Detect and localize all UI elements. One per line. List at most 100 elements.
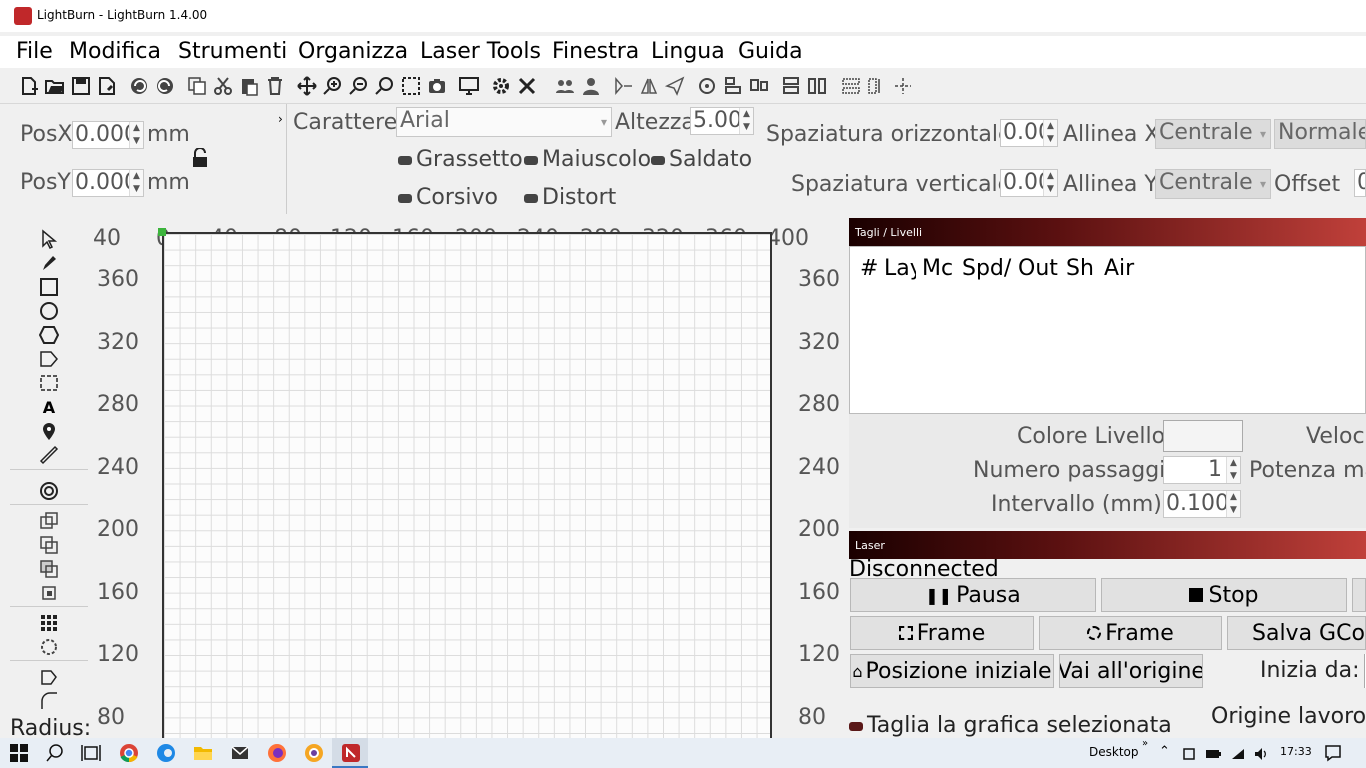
volume-icon[interactable] xyxy=(1254,746,1270,760)
crosshair-icon[interactable] xyxy=(892,74,914,98)
align-icon[interactable] xyxy=(722,74,744,98)
wifi-icon[interactable] xyxy=(1230,746,1246,760)
menu-organizza[interactable]: Organizza xyxy=(298,39,408,64)
lightburn-taskbar-icon[interactable] xyxy=(341,743,361,763)
mail-icon[interactable] xyxy=(230,743,250,763)
intersect-icon[interactable] xyxy=(37,582,61,604)
new-file-icon[interactable] xyxy=(18,74,40,98)
offset-field[interactable]: 0 xyxy=(1354,169,1366,197)
col-speed[interactable]: Spd/ xyxy=(962,256,1012,281)
font-select[interactable]: Arial ▾ xyxy=(396,107,612,137)
position-marker-icon[interactable] xyxy=(37,420,61,442)
chrome-icon[interactable] xyxy=(119,743,139,763)
italic-checkbox[interactable]: Corsivo xyxy=(398,185,498,210)
tools-icon[interactable] xyxy=(516,74,538,98)
col-output[interactable]: Out xyxy=(1018,256,1060,281)
zoom-in-icon[interactable] xyxy=(322,74,344,98)
col-show[interactable]: Sh xyxy=(1066,256,1098,281)
expand-arrow-icon[interactable]: › xyxy=(278,112,283,126)
measure-tool-icon[interactable] xyxy=(37,444,61,466)
app-icon[interactable] xyxy=(304,743,324,763)
start-button[interactable] xyxy=(1352,578,1366,612)
stop-button[interactable]: Stop xyxy=(1101,578,1347,612)
tray-expand-icon[interactable]: ⌃ xyxy=(1159,744,1170,759)
open-folder-icon[interactable] xyxy=(44,74,66,98)
ellipse-tool-icon[interactable] xyxy=(37,300,61,322)
frame-circle-button[interactable]: Frame xyxy=(1039,616,1222,650)
device-icon[interactable] xyxy=(1182,746,1196,760)
corner-radius-icon[interactable] xyxy=(37,690,61,712)
edge-icon[interactable] xyxy=(156,743,176,763)
passes-field[interactable]: 1 ▲ ▼ xyxy=(1163,456,1241,484)
edit-nodes-icon[interactable] xyxy=(37,348,61,370)
goto-origin-button[interactable]: Vai all'origine xyxy=(1059,654,1203,688)
height-field[interactable]: 5.00 ▲ ▼ xyxy=(690,107,754,135)
posy-field[interactable]: 0.000 ▲ ▼ xyxy=(72,169,144,197)
monitor-icon[interactable] xyxy=(458,74,480,98)
zoom-fit-icon[interactable] xyxy=(374,74,396,98)
layer-color-swatch[interactable] xyxy=(1163,420,1243,452)
path-tool-icon[interactable] xyxy=(37,666,61,688)
array-icon[interactable] xyxy=(866,74,888,98)
move-icon[interactable] xyxy=(296,74,318,98)
alignx-select[interactable]: Centrale ▾ xyxy=(1155,119,1271,149)
save-as-icon[interactable] xyxy=(96,74,118,98)
col-mode[interactable]: Mc xyxy=(922,256,956,281)
save-gcode-button[interactable]: Salva GCod xyxy=(1227,616,1366,650)
uppercase-checkbox[interactable]: Maiuscolo xyxy=(524,147,651,172)
file-explorer-icon[interactable] xyxy=(193,743,213,763)
polygon-tool-icon[interactable] xyxy=(37,324,61,346)
menu-strumenti[interactable]: Strumenti xyxy=(178,39,287,64)
welded-checkbox[interactable]: Saldato xyxy=(651,147,752,172)
grid-icon[interactable] xyxy=(840,74,862,98)
send-icon[interactable] xyxy=(664,74,686,98)
lock-icon[interactable] xyxy=(192,147,208,168)
search-icon[interactable] xyxy=(45,743,65,763)
select-tool-icon[interactable] xyxy=(37,228,61,250)
vspace-field[interactable]: 0.00 ▲ ▼ xyxy=(1000,169,1058,197)
circular-array-icon[interactable] xyxy=(37,636,61,658)
aligny-select[interactable]: Centrale ▾ xyxy=(1155,169,1271,199)
distort-checkbox[interactable]: Distort xyxy=(524,185,616,210)
col-layer[interactable]: Lay xyxy=(884,256,916,281)
pen-tool-icon[interactable] xyxy=(37,252,61,274)
interval-field[interactable]: 0.100 ▲ ▼ xyxy=(1163,490,1241,518)
camera-icon[interactable] xyxy=(426,74,448,98)
normal-select[interactable]: Normale xyxy=(1274,119,1366,149)
copy-icon[interactable] xyxy=(186,74,208,98)
bold-checkbox[interactable]: Grassetto xyxy=(398,147,523,172)
task-view-icon[interactable] xyxy=(81,743,101,763)
clock[interactable]: 17:33 xyxy=(1280,745,1312,758)
zoom-selection-icon[interactable] xyxy=(400,74,422,98)
firefox-icon[interactable] xyxy=(267,743,287,763)
menu-file[interactable]: File xyxy=(16,39,53,64)
dock-icon[interactable] xyxy=(780,74,802,98)
settings-icon[interactable] xyxy=(490,74,512,98)
delete-icon[interactable] xyxy=(264,74,286,98)
mirror-icon[interactable] xyxy=(612,74,634,98)
zoom-out-icon[interactable] xyxy=(348,74,370,98)
frame-rect-button[interactable]: Frame xyxy=(850,616,1034,650)
weld-icon[interactable] xyxy=(37,510,61,532)
ungroup-icon[interactable] xyxy=(806,74,828,98)
desktop-label[interactable]: Desktop xyxy=(1089,745,1139,759)
flip-icon[interactable] xyxy=(638,74,660,98)
workspace-canvas[interactable] xyxy=(162,232,772,738)
menu-modifica[interactable]: Modifica xyxy=(69,39,161,64)
save-icon[interactable] xyxy=(70,74,92,98)
target-icon[interactable] xyxy=(696,74,718,98)
menu-laser-tools[interactable]: Laser Tools xyxy=(420,39,541,64)
paste-icon[interactable] xyxy=(238,74,260,98)
pause-button[interactable]: ❚❚ Pausa xyxy=(850,578,1096,612)
rectangle-tool-icon[interactable] xyxy=(37,276,61,298)
chevron-icon[interactable]: » xyxy=(1142,738,1148,749)
user-icon[interactable] xyxy=(580,74,602,98)
notifications-icon[interactable] xyxy=(1324,744,1342,762)
redo-icon[interactable] xyxy=(154,74,176,98)
distribute-icon[interactable] xyxy=(748,74,770,98)
cut-icon[interactable] xyxy=(212,74,234,98)
hspace-field[interactable]: 0.00 ▲ ▼ xyxy=(1000,119,1058,147)
subtract-icon[interactable] xyxy=(37,558,61,580)
windows-start-icon[interactable] xyxy=(9,743,29,763)
grid-array-icon[interactable] xyxy=(37,612,61,634)
